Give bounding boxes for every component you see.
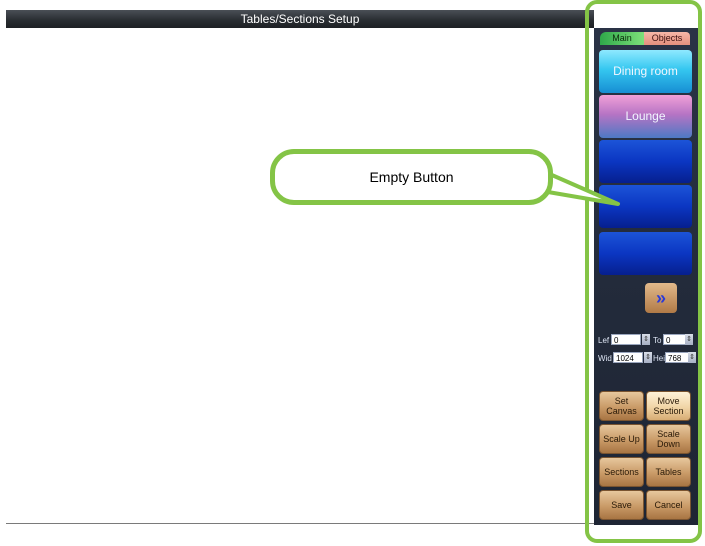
annotation-callout: Empty Button	[270, 149, 553, 205]
canvas-border	[6, 523, 594, 524]
window-title-bar: Tables/Sections Setup	[6, 10, 594, 28]
callout-text: Empty Button	[369, 169, 454, 185]
annotation-highlight-frame	[585, 0, 702, 543]
window-title: Tables/Sections Setup	[240, 12, 360, 26]
layout-canvas[interactable]	[6, 28, 594, 524]
